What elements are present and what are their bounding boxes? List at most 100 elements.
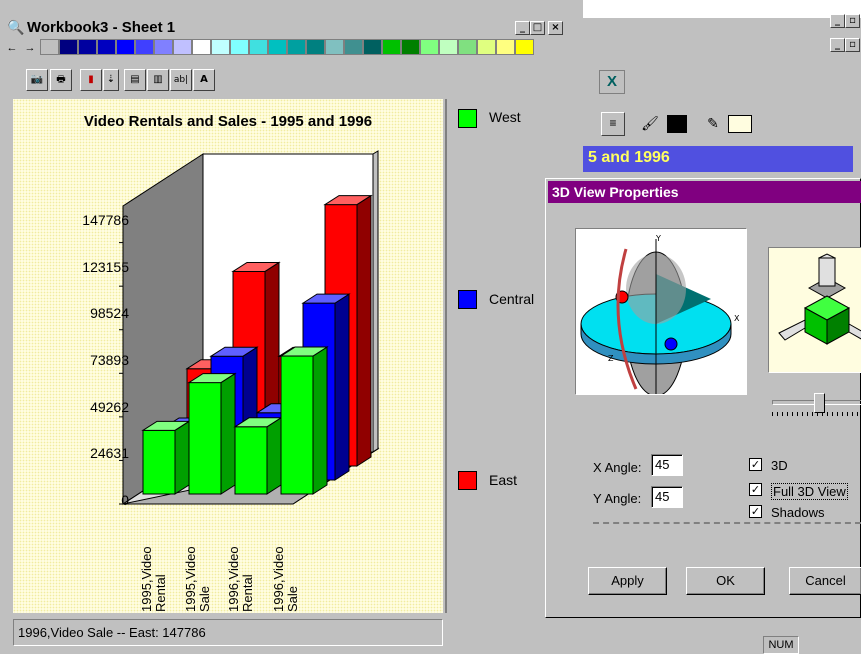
legend-label-west: West <box>489 109 521 125</box>
palette-scroll-left[interactable]: ← <box>4 40 20 56</box>
dropdown-icon[interactable]: ⇣ <box>103 69 119 91</box>
palette-color-swatch[interactable] <box>382 39 401 55</box>
palette-color-swatch[interactable] <box>325 39 344 55</box>
maximize-button[interactable]: □ <box>530 21 545 35</box>
separator <box>593 522 861 524</box>
palette-color-swatch[interactable] <box>458 39 477 55</box>
palette-color-swatch[interactable] <box>439 39 458 55</box>
cancel-button[interactable]: Cancel <box>789 567 861 595</box>
chart-area[interactable]: Video Rentals and Sales - 1995 and 1996 … <box>13 99 443 613</box>
y-tick-label: 24631 <box>90 445 129 461</box>
fill-color-swatch[interactable] <box>667 115 687 133</box>
cube-icon <box>778 253 861 345</box>
y-angle-label: Y Angle: <box>593 491 642 506</box>
line-color-swatch[interactable] <box>728 115 752 133</box>
font-icon[interactable]: A <box>193 69 215 91</box>
palette-color-swatch[interactable] <box>515 39 534 55</box>
palette-color-swatch[interactable] <box>496 39 515 55</box>
bar-side[interactable] <box>312 346 328 495</box>
palette-color-swatch[interactable] <box>116 39 135 55</box>
x-tick-label: 1995,Video Rental <box>139 546 168 612</box>
dialog-title: 3D View Properties <box>552 184 679 200</box>
palette-color-swatch[interactable] <box>363 39 382 55</box>
y-tick-label: 123155 <box>82 259 129 275</box>
rotation-preview[interactable]: Y X Z <box>575 228 747 397</box>
legend-swatch-central <box>458 290 477 309</box>
text-box-icon[interactable]: ab| <box>170 69 192 91</box>
palette-color-swatch[interactable] <box>344 39 363 55</box>
palette-color-swatch[interactable] <box>249 39 268 55</box>
palette-color-swatch[interactable] <box>192 39 211 55</box>
x-tick-label: 1996,Video Rental <box>226 546 255 612</box>
status-num: NUM <box>763 636 799 654</box>
bar[interactable] <box>142 429 176 495</box>
bar[interactable] <box>234 426 268 495</box>
legend-icon[interactable]: ▥ <box>147 69 169 91</box>
y-tick-label: 147786 <box>82 212 129 228</box>
bar-chart-icon[interactable]: ▮ <box>80 69 102 91</box>
close-button[interactable]: × <box>548 21 563 35</box>
background-app-titlebar <box>583 0 861 18</box>
align-left-icon[interactable]: ≡ <box>601 112 625 136</box>
palette-color-swatch[interactable] <box>420 39 439 55</box>
x-tick-label: 1995,Video Sale <box>183 546 212 612</box>
bar-side[interactable] <box>266 416 282 495</box>
bar-side[interactable] <box>174 420 190 495</box>
checkbox-shadows-label[interactable]: Shadows <box>771 505 824 520</box>
chart-title-fragment: 5 and 1996 <box>588 149 670 166</box>
palette-color-swatch[interactable] <box>59 39 78 55</box>
x-tick-label: 1996,Video Sale <box>271 546 300 612</box>
palette-color-swatch[interactable] <box>401 39 420 55</box>
y-angle-input[interactable]: 45 <box>651 486 683 508</box>
palette-color-swatch[interactable] <box>306 39 325 55</box>
chart-toolbar: 📷 🖶 ▮ ⇣ ▤ ▥ ab| A <box>0 66 583 94</box>
checkbox-shadows[interactable]: ✓ <box>749 505 762 518</box>
checkbox-3d[interactable]: ✓ <box>749 458 762 471</box>
x-angle-label: X Angle: <box>593 460 642 475</box>
bar-side[interactable] <box>334 293 350 481</box>
minimize-button[interactable]: _ <box>515 21 530 35</box>
palette-color-swatch[interactable] <box>268 39 287 55</box>
palette-color-swatch[interactable] <box>211 39 230 55</box>
data-grid-icon[interactable]: ▤ <box>124 69 146 91</box>
palette-color-swatch[interactable] <box>78 39 97 55</box>
status-bar: 1996,Video Sale -- East: 147786 <box>13 619 443 646</box>
dialog-titlebar: 3D View Properties <box>548 181 861 203</box>
restore-button-2[interactable]: ▫ <box>845 38 860 52</box>
palette-color-swatch[interactable] <box>173 39 192 55</box>
palette-color-swatch[interactable] <box>40 39 59 55</box>
palette-color-swatch[interactable] <box>477 39 496 55</box>
ok-button[interactable]: OK <box>686 567 765 595</box>
apply-button[interactable]: Apply <box>588 567 667 595</box>
camera-icon[interactable]: 📷 <box>26 69 48 91</box>
checkbox-full-3d-view-label[interactable]: Full 3D View <box>771 483 848 500</box>
svg-text:X: X <box>734 314 740 323</box>
fill-color-icon[interactable]: 🖌 <box>638 112 662 134</box>
bar-side[interactable] <box>356 194 372 467</box>
palette-color-swatch[interactable] <box>230 39 249 55</box>
minimize-button[interactable]: _ <box>830 14 845 28</box>
bar-side[interactable] <box>220 372 236 495</box>
excel-icon[interactable]: X <box>599 70 625 94</box>
checkbox-full-3d-view[interactable]: ✓ <box>749 483 762 496</box>
y-tick-label: 73893 <box>90 352 129 368</box>
x-angle-input[interactable]: 45 <box>651 454 683 476</box>
svg-text:Y: Y <box>655 234 661 243</box>
color-palette[interactable] <box>40 39 580 57</box>
palette-color-swatch[interactable] <box>287 39 306 55</box>
minimize-button-2[interactable]: _ <box>830 38 845 52</box>
palette-color-swatch[interactable] <box>154 39 173 55</box>
palette-color-swatch[interactable] <box>135 39 154 55</box>
bar[interactable] <box>188 382 222 495</box>
palette-color-swatch[interactable] <box>97 39 116 55</box>
palette-scroll-right[interactable]: → <box>22 40 38 56</box>
checkbox-3d-label[interactable]: 3D <box>771 458 788 473</box>
line-color-icon[interactable]: ✎ <box>701 112 725 134</box>
restore-button[interactable]: ▫ <box>845 14 860 28</box>
y-tick-label: 0 <box>121 492 129 508</box>
print-icon[interactable]: 🖶 <box>50 69 72 91</box>
svg-text:Z: Z <box>608 354 614 363</box>
perspective-slider[interactable] <box>770 391 861 417</box>
slider-thumb[interactable] <box>814 393 825 413</box>
bar[interactable] <box>280 355 314 495</box>
